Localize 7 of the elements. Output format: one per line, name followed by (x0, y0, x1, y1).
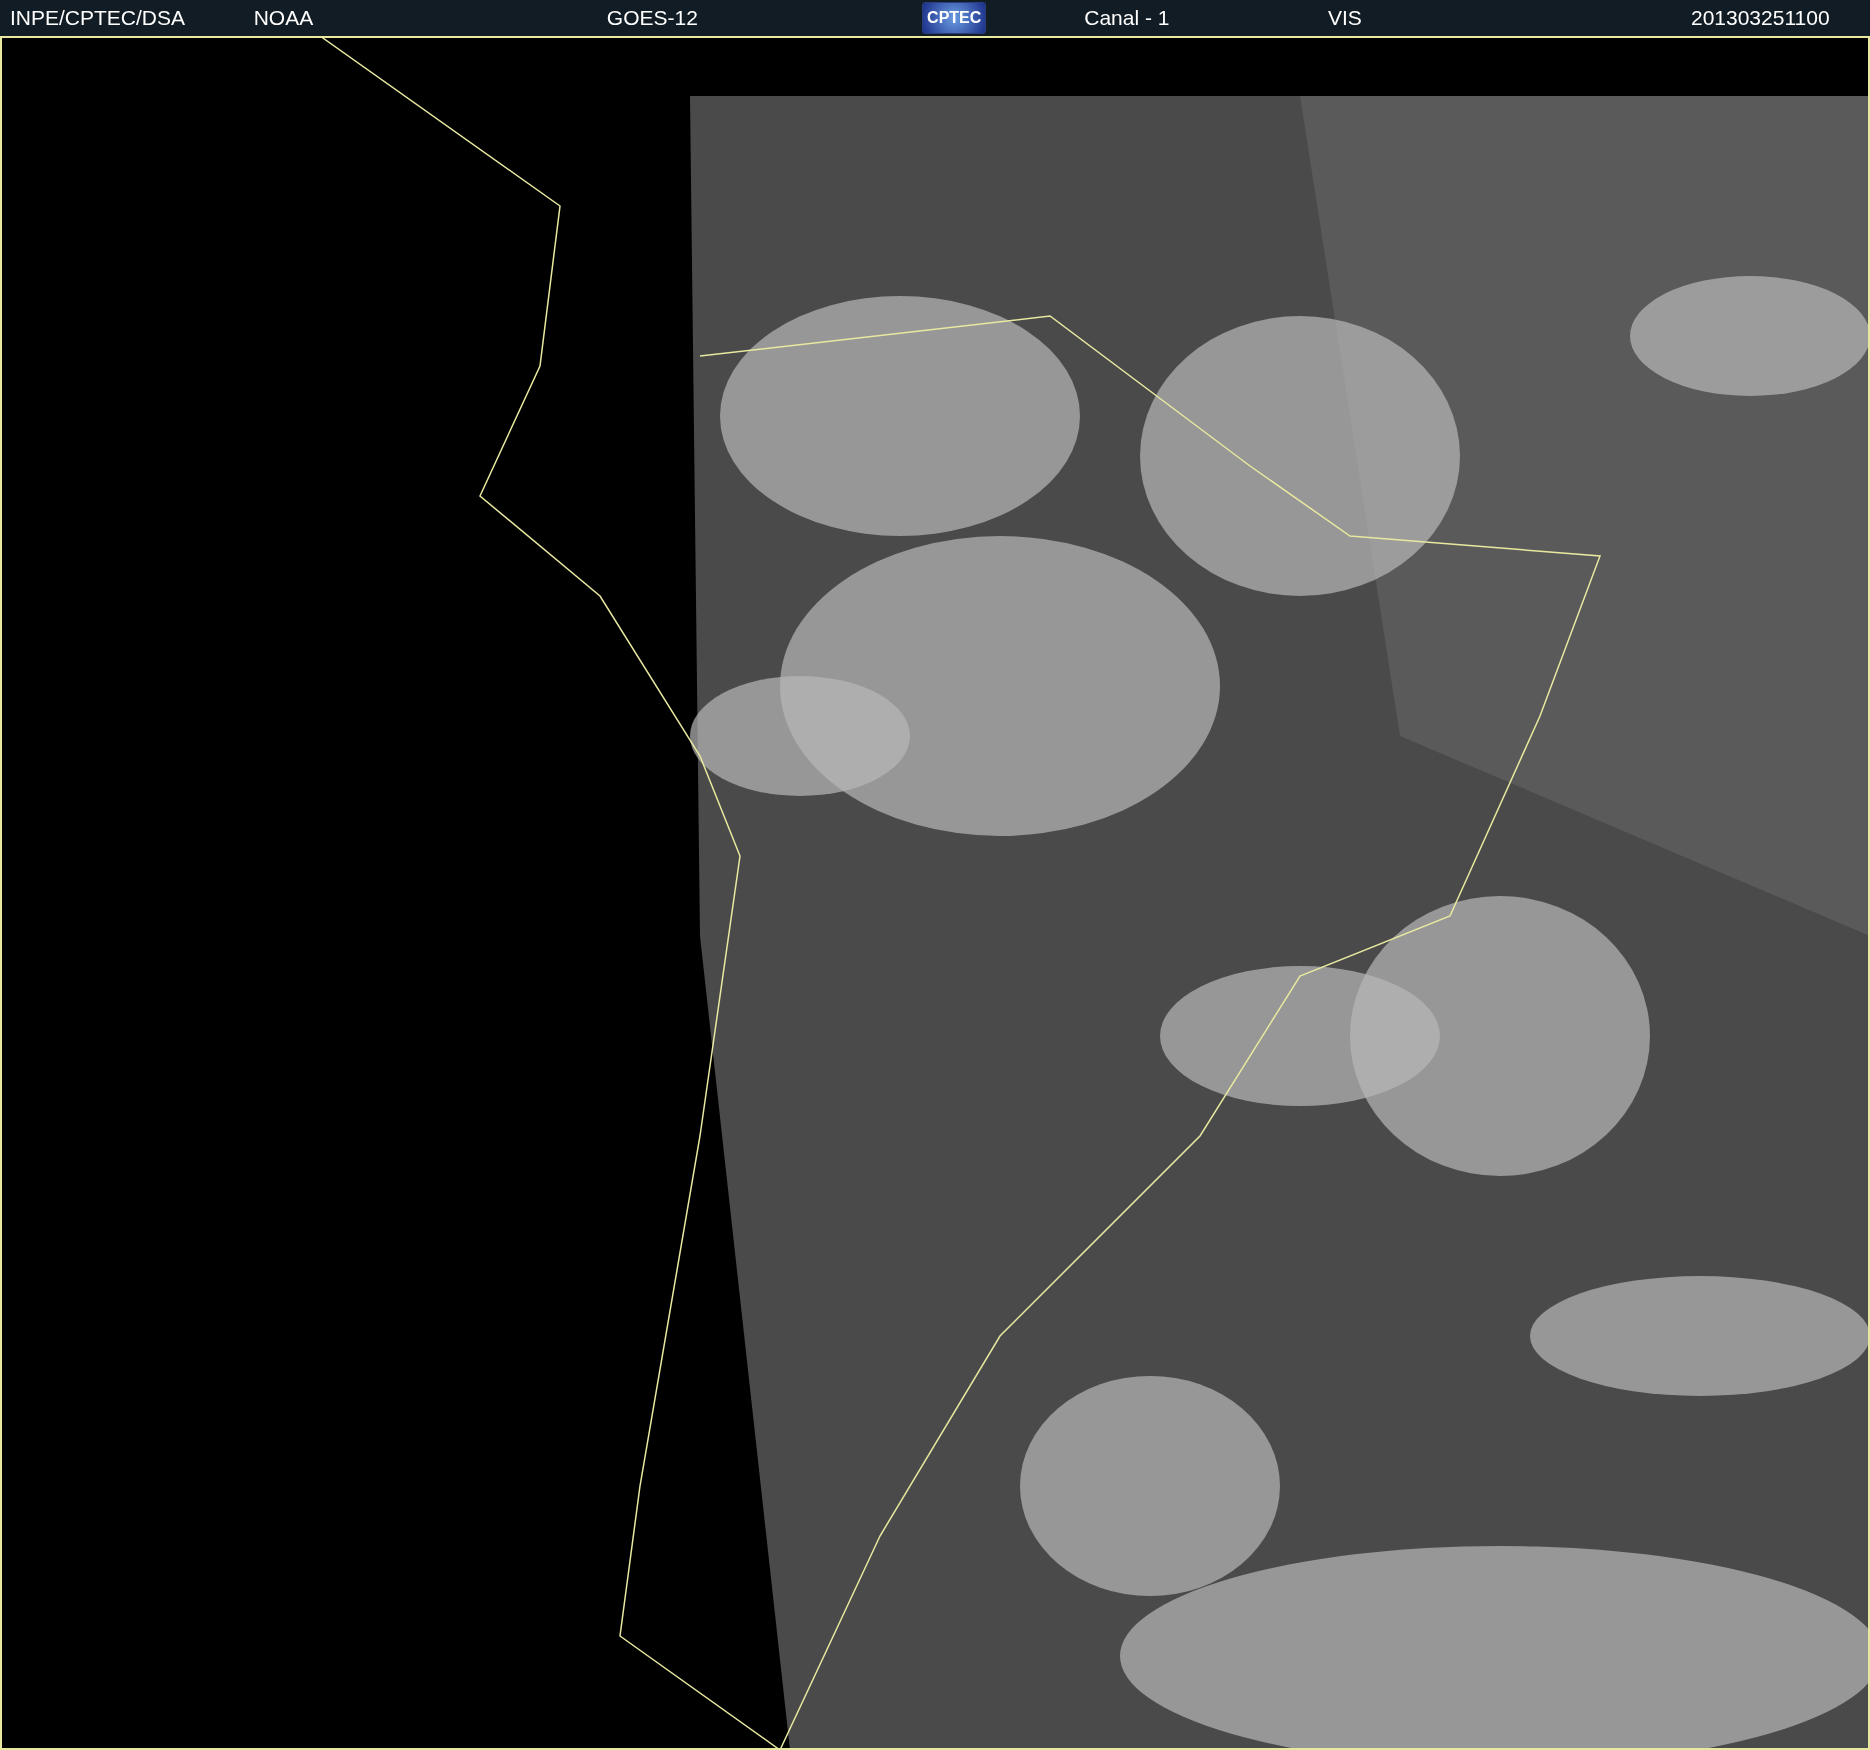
header-label: GOES-12 (606, 6, 698, 30)
header-label: VIS (1327, 6, 1362, 30)
header-label: NOAA (253, 6, 314, 30)
header-label: Canal - 1 (1084, 6, 1170, 30)
header-label: INPE/CPTEC/DSA (10, 6, 186, 30)
header-label: 201303251100 (1690, 6, 1830, 30)
logo: CPTEC (922, 2, 987, 34)
